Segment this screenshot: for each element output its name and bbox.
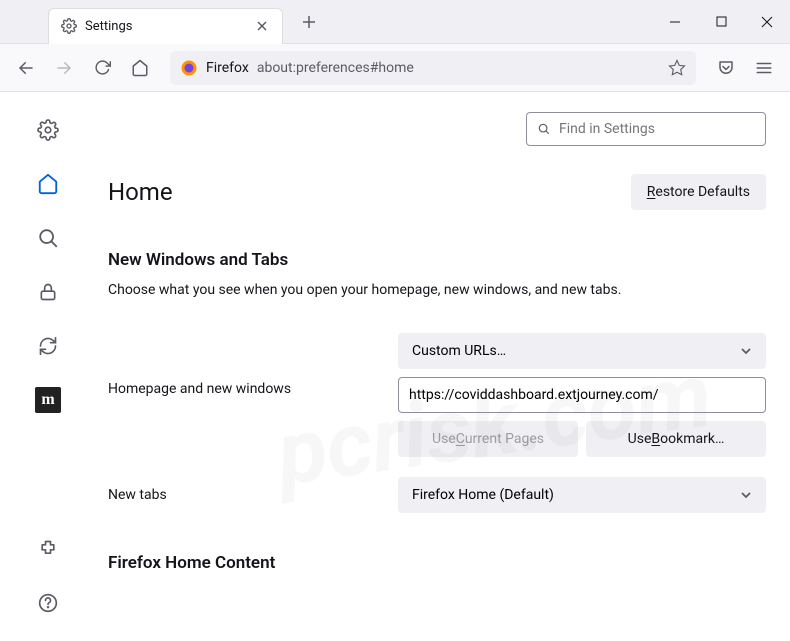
use-current-pages-button[interactable]: Use Current Pages bbox=[398, 421, 578, 457]
gear-icon bbox=[61, 18, 77, 34]
menu-button[interactable] bbox=[748, 52, 780, 84]
page-title: Home bbox=[108, 178, 173, 206]
sidebar-privacy[interactable] bbox=[30, 274, 66, 310]
window-chrome: Settings bbox=[0, 0, 790, 44]
search-icon bbox=[537, 122, 551, 136]
newtabs-label: New tabs bbox=[108, 487, 398, 503]
section-new-windows-title: New Windows and Tabs bbox=[108, 250, 766, 270]
back-button[interactable] bbox=[10, 52, 42, 84]
newtabs-select[interactable]: Firefox Home (Default) bbox=[398, 477, 766, 513]
m-badge-icon: m bbox=[35, 387, 61, 413]
url-bar[interactable]: Firefox about:preferences#home bbox=[170, 51, 696, 85]
home-button[interactable] bbox=[124, 52, 156, 84]
maximize-button[interactable] bbox=[698, 0, 744, 44]
search-settings-field[interactable] bbox=[526, 112, 766, 146]
use-bookmark-button[interactable]: Use Bookmark… bbox=[586, 421, 766, 457]
urlbar-text: about:preferences#home bbox=[257, 60, 414, 76]
new-tab-button[interactable] bbox=[295, 8, 323, 36]
sidebar-more[interactable]: m bbox=[30, 382, 66, 418]
sidebar-help[interactable] bbox=[30, 585, 66, 621]
sidebar-sync[interactable] bbox=[30, 328, 66, 364]
toolbar: Firefox about:preferences#home bbox=[0, 44, 790, 92]
chevron-down-icon bbox=[740, 489, 752, 501]
homepage-label: Homepage and new windows bbox=[108, 333, 398, 397]
sidebar-search[interactable] bbox=[30, 220, 66, 256]
homepage-url-input[interactable] bbox=[398, 377, 766, 413]
minimize-button[interactable] bbox=[652, 0, 698, 44]
pocket-button[interactable] bbox=[710, 52, 742, 84]
tab-title: Settings bbox=[85, 19, 246, 34]
sidebar-home[interactable] bbox=[30, 166, 66, 202]
content: m Home Restore Defaults New Windows and … bbox=[0, 92, 790, 641]
sidebar-extensions[interactable] bbox=[30, 531, 66, 567]
forward-button[interactable] bbox=[48, 52, 80, 84]
browser-tab[interactable]: Settings bbox=[48, 8, 283, 44]
search-settings-input[interactable] bbox=[559, 121, 755, 137]
section-home-content-title: Firefox Home Content bbox=[108, 553, 766, 573]
homepage-mode-select[interactable]: Custom URLs… bbox=[398, 333, 766, 369]
select-value: Firefox Home (Default) bbox=[412, 487, 554, 503]
urlbar-identity: Firefox bbox=[206, 60, 249, 76]
section-new-windows-desc: Choose what you see when you open your h… bbox=[108, 280, 766, 301]
close-window-button[interactable] bbox=[744, 0, 790, 44]
select-value: Custom URLs… bbox=[412, 343, 506, 359]
reload-button[interactable] bbox=[86, 52, 118, 84]
restore-defaults-button[interactable]: Restore Defaults bbox=[631, 174, 766, 210]
firefox-icon bbox=[180, 59, 198, 77]
chevron-down-icon bbox=[740, 345, 752, 357]
window-controls bbox=[652, 0, 790, 44]
settings-sidebar: m bbox=[0, 92, 96, 641]
bookmark-star-icon[interactable] bbox=[668, 59, 686, 77]
tab-close-button[interactable] bbox=[254, 18, 270, 34]
settings-main: Home Restore Defaults New Windows and Ta… bbox=[96, 92, 790, 641]
sidebar-general[interactable] bbox=[30, 112, 66, 148]
